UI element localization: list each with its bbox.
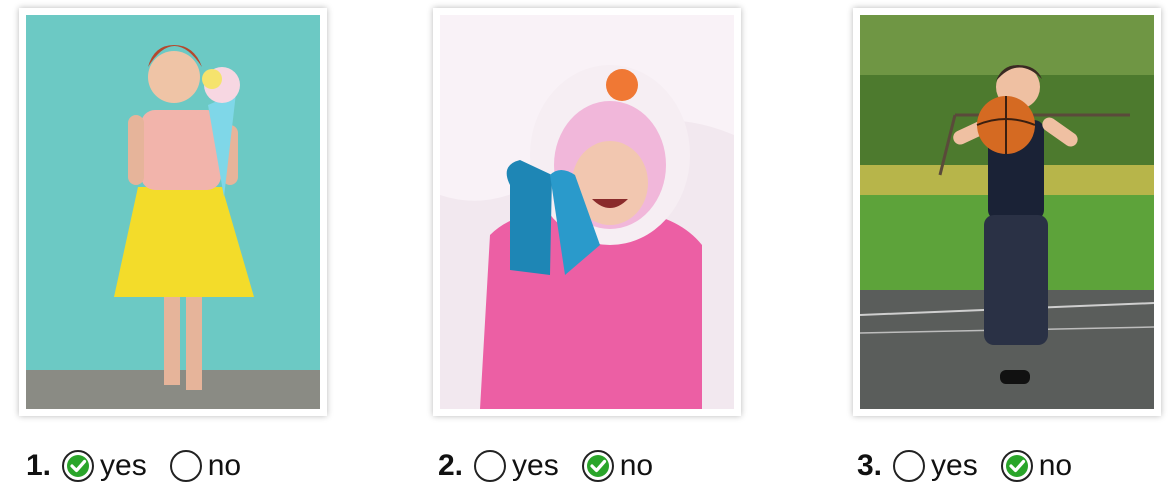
photo-card-1 xyxy=(19,8,327,416)
answer-row-2: 2. yes no xyxy=(438,446,653,486)
answer-row-3: 3. yes no xyxy=(857,446,1072,486)
option-yes[interactable]: yes xyxy=(61,446,147,486)
option-yes-label: yes xyxy=(931,449,978,482)
item-number: 1. xyxy=(26,449,52,482)
check-circle-icon[interactable] xyxy=(61,449,95,483)
photo-card-2 xyxy=(433,8,741,416)
empty-circle-icon[interactable] xyxy=(892,449,926,483)
item-number: 2. xyxy=(438,449,464,482)
option-no-label: no xyxy=(619,449,654,482)
photo-card-3 xyxy=(853,8,1161,416)
option-no-label: no xyxy=(207,449,242,482)
check-circle-icon[interactable] xyxy=(581,449,615,483)
option-yes-label: yes xyxy=(512,449,559,482)
empty-circle-icon[interactable] xyxy=(169,449,203,483)
option-yes[interactable]: yes xyxy=(892,446,978,486)
answer-row-1: 1. yes no xyxy=(26,446,241,486)
option-no-label: no xyxy=(1038,449,1073,482)
boy-playing-basketball-icon xyxy=(860,15,1154,409)
empty-circle-icon[interactable] xyxy=(473,449,507,483)
option-no[interactable]: no xyxy=(1000,446,1072,486)
option-no[interactable]: no xyxy=(581,446,653,486)
child-in-pink-snow-jacket-icon xyxy=(440,15,734,409)
option-yes-label: yes xyxy=(100,449,147,482)
check-circle-icon[interactable] xyxy=(1000,449,1034,483)
option-no[interactable]: no xyxy=(169,446,241,486)
girl-in-yellow-skirt-with-ice-cream-icon xyxy=(26,15,320,409)
item-number: 3. xyxy=(857,449,883,482)
option-yes[interactable]: yes xyxy=(473,446,559,486)
